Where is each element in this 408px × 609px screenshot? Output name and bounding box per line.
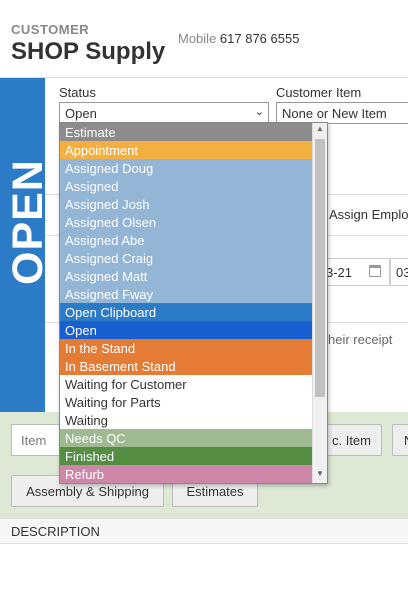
status-option[interactable]: Open (60, 321, 312, 339)
new-item-button[interactable]: N (392, 424, 408, 456)
mobile-number[interactable]: 617 876 6555 (220, 31, 300, 46)
dropdown-scrollbar[interactable]: ▲ ▼ (312, 123, 327, 483)
status-select-value: Open (65, 106, 97, 121)
status-option[interactable]: Waiting for Parts (60, 393, 312, 411)
status-option[interactable]: Assigned Matt (60, 267, 312, 285)
customer-label: CUSTOMER (11, 22, 90, 37)
status-select[interactable]: Open ⌄ (59, 102, 269, 124)
customer-item-select[interactable]: None or New Item (276, 102, 408, 124)
status-option[interactable]: Appointment (60, 141, 312, 159)
status-option[interactable]: Estimate (60, 123, 312, 141)
status-option[interactable]: Open Clipboard (60, 303, 312, 321)
assign-employee-label: Assign Employ (329, 207, 408, 222)
scroll-up-icon[interactable]: ▲ (313, 124, 327, 136)
status-label: Status (59, 85, 96, 100)
status-option[interactable]: Finished (60, 447, 312, 465)
status-option[interactable]: Assigned (60, 177, 312, 195)
status-option[interactable]: Assigned Josh (60, 195, 312, 213)
calendar-icon[interactable] (369, 265, 381, 277)
scrollbar-thumb[interactable] (315, 139, 325, 397)
chevron-down-icon: ⌄ (254, 106, 264, 118)
status-band: OPEN (0, 78, 52, 412)
misc-item-button[interactable]: c. Item (321, 424, 382, 456)
status-option[interactable]: Assigned Craig (60, 249, 312, 267)
status-dropdown-list[interactable]: Refurb Finished Needs QC Waiting Waiting for… (59, 122, 328, 484)
status-option[interactable]: Refurb (60, 465, 312, 483)
status-option[interactable]: Assigned Abe (60, 231, 312, 249)
item-search-input[interactable]: Item (11, 424, 63, 456)
date-value: 3-21 (326, 265, 353, 280)
status-option[interactable]: Needs QC (60, 429, 312, 447)
time-field[interactable]: 03 (390, 258, 408, 286)
mobile-phone: Mobile 617 876 6555 (178, 31, 299, 46)
scroll-down-icon[interactable]: ▼ (313, 469, 327, 481)
customer-name[interactable]: SHOP Supply (11, 38, 165, 66)
receipt-text: heir receipt (328, 332, 393, 347)
description-header: DESCRIPTION (0, 518, 408, 544)
customer-header: CUSTOMER SHOP Supply Mobile 617 876 6555 (0, 0, 408, 78)
status-option[interactable]: In the Stand (60, 339, 312, 357)
status-option[interactable]: Waiting (60, 411, 312, 429)
customer-item-label: Customer Item (276, 85, 362, 100)
status-option[interactable]: Assigned Fway (60, 285, 312, 303)
status-option[interactable]: In Basement Stand (60, 357, 312, 375)
status-option[interactable]: Waiting for Customer (60, 375, 312, 393)
status-option[interactable]: Assigned Olsen (60, 213, 312, 231)
status-band-text: OPEN (4, 159, 52, 285)
status-option[interactable]: Assigned Doug (60, 159, 312, 177)
time-value: 03 (396, 265, 408, 280)
mobile-label: Mobile (178, 31, 217, 46)
